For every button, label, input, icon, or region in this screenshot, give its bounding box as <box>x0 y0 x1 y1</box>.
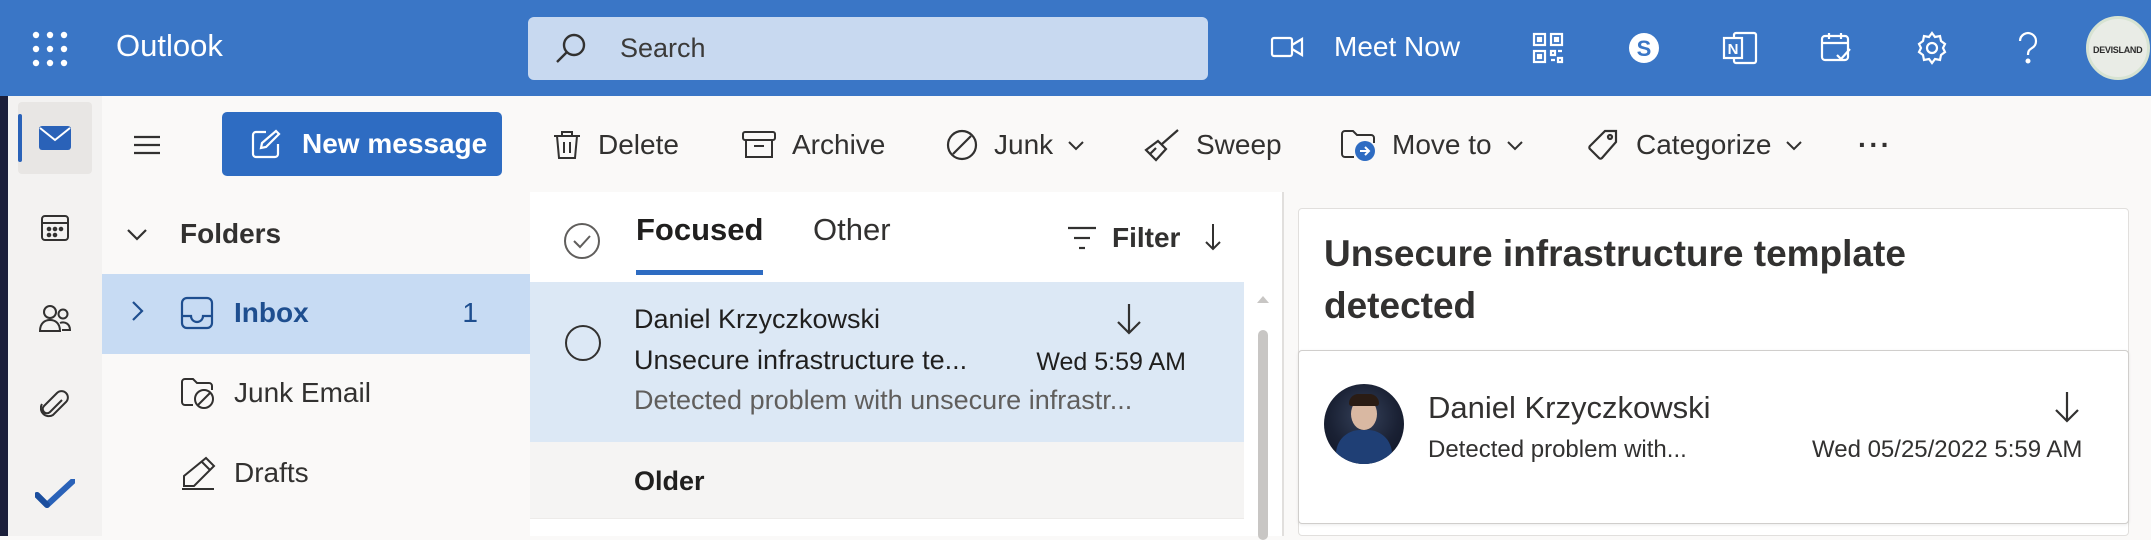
block-icon <box>946 129 978 161</box>
categorize-label: Categorize <box>1636 129 1772 160</box>
meet-now-label: Meet Now <box>1334 31 1461 62</box>
reading-date: Wed 05/25/2022 5:59 AM <box>1812 436 2083 463</box>
folder-item-drafts[interactable]: Drafts <box>102 434 530 514</box>
folder-name: Drafts <box>234 457 309 488</box>
folder-item-junk-email[interactable]: Junk Email <box>102 354 530 434</box>
folder-name: Inbox <box>234 297 309 328</box>
chevron-down-icon <box>1067 139 1085 151</box>
new-message-label: New message <box>302 128 488 159</box>
chevron-down-icon <box>1506 139 1524 151</box>
more-actions-button[interactable]: ··· <box>1858 120 1892 170</box>
scroll-up-icon[interactable] <box>1256 294 1270 304</box>
compose-icon <box>250 128 282 160</box>
trash-icon <box>552 129 582 161</box>
rail-left-edge <box>0 96 8 536</box>
sort-arrow-down-icon[interactable] <box>1202 222 1224 252</box>
reading-subject-title: Unsecure infrastructure template detecte… <box>1324 233 1906 326</box>
mail-icon[interactable] <box>18 102 92 174</box>
group-header-older: Older <box>530 442 1244 518</box>
inbox-icon <box>180 296 214 330</box>
todo-icon[interactable] <box>18 458 92 530</box>
app-launcher-waffle-icon[interactable] <box>30 29 70 69</box>
skype-icon[interactable]: S <box>1624 28 1664 68</box>
scrollbar-thumb[interactable] <box>1258 330 1268 540</box>
onenote-icon[interactable]: N <box>1720 28 1760 68</box>
account-avatar[interactable]: DEVISLAND <box>2086 16 2150 80</box>
tab-other[interactable]: Other <box>813 212 891 248</box>
message-subject: Unsecure infrastructure te... <box>634 345 968 375</box>
message-sender: Daniel Krzyczkowski <box>634 304 881 334</box>
move-folder-icon <box>1340 128 1376 162</box>
move-to-label: Move to <box>1392 129 1492 160</box>
arrow-down-icon[interactable] <box>1114 302 1144 336</box>
sweep-label: Sweep <box>1196 129 1282 160</box>
avatar-body <box>1336 430 1392 464</box>
broom-icon <box>1144 128 1180 162</box>
filter-label: Filter <box>1112 222 1181 253</box>
more-ellipsis-icon: ··· <box>1858 129 1892 160</box>
archive-label: Archive <box>792 129 886 160</box>
unread-count-badge: 1 <box>462 297 478 328</box>
hamburger-menu-icon[interactable] <box>130 128 170 168</box>
sender-avatar[interactable] <box>1324 384 1404 464</box>
reading-sender-name[interactable]: Daniel Krzyczkowski <box>1428 390 1711 426</box>
move-to-button[interactable]: Move to <box>1340 120 1524 170</box>
new-message-button[interactable]: New message <box>222 112 502 176</box>
pencil-icon <box>180 456 216 490</box>
group-header-label: Older <box>634 466 705 496</box>
message-select-checkbox[interactable] <box>564 324 602 362</box>
archive-icon <box>742 130 776 160</box>
search-icon <box>554 32 588 66</box>
chevron-down-icon <box>1785 139 1803 151</box>
calendar-icon[interactable] <box>18 192 92 264</box>
archive-button[interactable]: Archive <box>742 120 885 170</box>
chevron-right-icon[interactable] <box>130 300 144 322</box>
message-list-item[interactable]: Daniel Krzyczkowski Unsecure infrastruct… <box>530 282 1244 442</box>
junk-label: Junk <box>994 129 1054 160</box>
people-icon[interactable] <box>18 282 92 354</box>
junk-button[interactable]: Junk <box>946 120 1085 170</box>
folders-label: Folders <box>180 218 282 249</box>
calendar-check-icon[interactable] <box>1816 28 1856 68</box>
categorize-button[interactable]: Categorize <box>1586 120 1803 170</box>
help-icon[interactable] <box>2008 28 2048 68</box>
settings-gear-icon[interactable] <box>1912 28 1952 68</box>
video-icon <box>1270 35 1304 59</box>
junk-folder-icon <box>180 376 216 410</box>
message-preview: Detected problem with unsecure infrastr.… <box>634 385 1133 415</box>
attachment-icon[interactable] <box>18 370 92 442</box>
delete-label: Delete <box>598 129 679 160</box>
app-rail <box>0 96 102 536</box>
qr-code-icon[interactable] <box>1528 28 1568 68</box>
sweep-button[interactable]: Sweep <box>1144 120 1282 170</box>
reading-preview: Detected problem with... <box>1428 436 1687 463</box>
filter-icon <box>1066 224 1098 252</box>
chevron-down-icon <box>126 227 148 241</box>
folder-item-inbox[interactable]: Inbox 1 <box>102 274 530 354</box>
select-all-checkbox[interactable] <box>563 222 601 260</box>
avatar-hair <box>1349 394 1379 406</box>
search-box[interactable] <box>528 17 1208 80</box>
folders-header[interactable]: Folders <box>126 214 281 254</box>
folder-name: Junk Email <box>234 377 371 408</box>
message-list-item[interactable] <box>530 518 1244 536</box>
delete-button[interactable]: Delete <box>552 120 679 170</box>
account-avatar-text: DEVISLAND <box>2093 45 2143 55</box>
tag-icon <box>1586 128 1620 162</box>
svg-text:N: N <box>1728 41 1739 58</box>
app-brand[interactable]: Outlook <box>116 28 223 64</box>
search-input[interactable] <box>620 17 1180 80</box>
meet-now-button[interactable]: Meet Now <box>1270 22 1460 72</box>
tab-focused[interactable]: Focused <box>636 212 764 275</box>
svg-text:S: S <box>1637 36 1652 61</box>
arrow-down-icon[interactable] <box>2052 390 2082 424</box>
filter-button[interactable]: Filter <box>1066 218 1180 258</box>
message-list-scrollbar[interactable] <box>1244 282 1282 540</box>
message-time: Wed 5:59 AM <box>1036 348 1186 376</box>
